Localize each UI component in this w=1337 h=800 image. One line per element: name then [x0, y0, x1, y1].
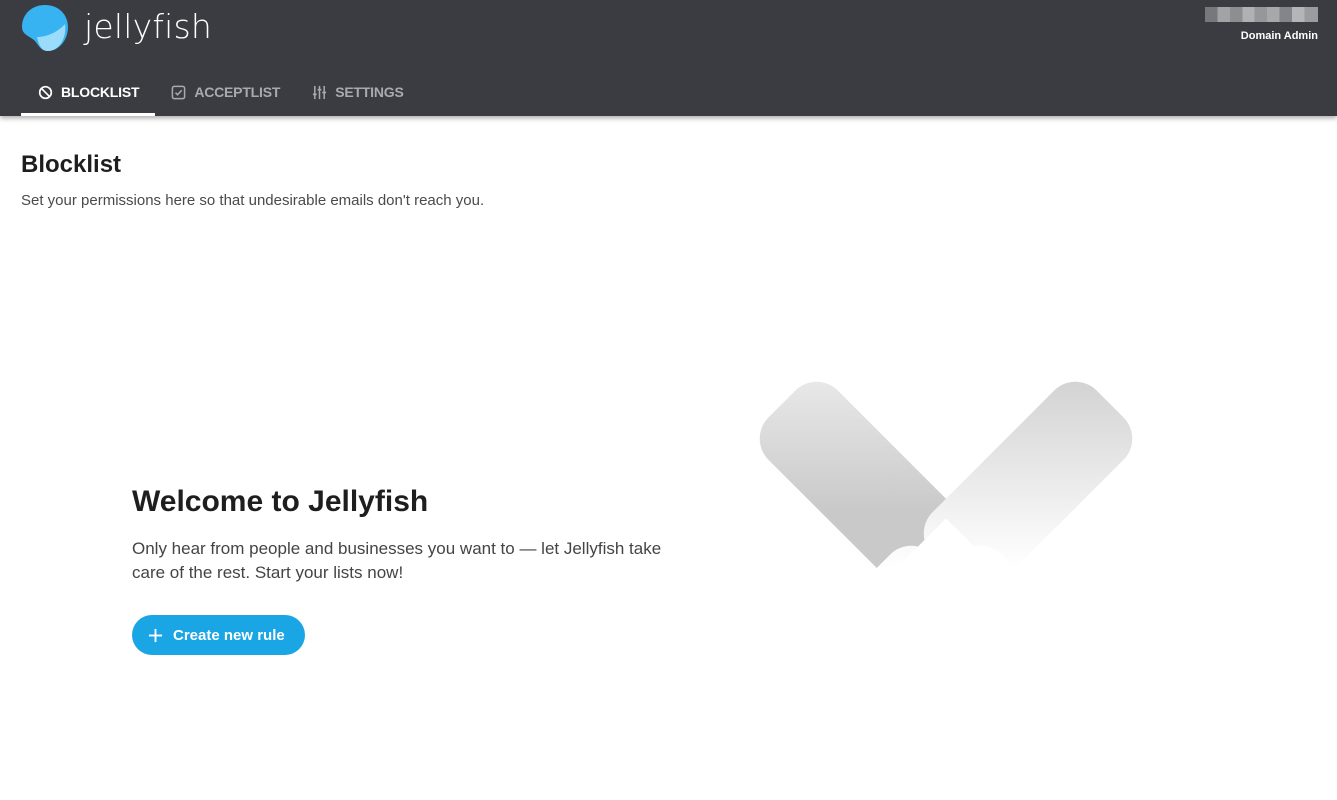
- page-title: Blocklist: [21, 151, 122, 178]
- tab-label: ACCEPTLIST: [194, 84, 281, 100]
- jellyfish-logo-icon: [22, 5, 68, 51]
- plus-icon: [148, 628, 163, 642]
- checkbox-icon: [171, 85, 186, 99]
- nav-tabs: BLOCKLIST ACCEPTLIST SETTINGS: [21, 68, 420, 116]
- page-subtitle: Set your permissions here so that undesi…: [21, 192, 485, 209]
- welcome-panel: Welcome to Jellyfish Only hear from peop…: [132, 484, 672, 655]
- user-name-redacted: [1205, 7, 1318, 22]
- tab-label: BLOCKLIST: [61, 84, 140, 100]
- create-new-rule-label: Create new rule: [173, 626, 285, 644]
- user-menu[interactable]: Domain Admin: [1198, 7, 1318, 42]
- user-role: Domain Admin: [1240, 30, 1318, 42]
- tab-label: SETTINGS: [335, 84, 404, 100]
- tab-blocklist[interactable]: BLOCKLIST: [21, 68, 156, 116]
- top-bar: jellyfish Domain Admin BLOCKLIST ACCEPTL…: [0, 0, 1337, 116]
- welcome-title: Welcome to Jellyfish: [132, 485, 429, 518]
- welcome-text: Only hear from people and businesses you…: [132, 539, 662, 582]
- create-new-rule-button[interactable]: Create new rule: [132, 615, 305, 655]
- blocklist-x-illustration: [759, 381, 1133, 755]
- tab-acceptlist[interactable]: ACCEPTLIST: [155, 68, 296, 116]
- block-icon: [38, 85, 53, 99]
- tab-settings[interactable]: SETTINGS: [296, 68, 419, 116]
- sliders-icon: [313, 85, 327, 99]
- app-logo[interactable]: jellyfish: [20, 3, 212, 53]
- app-name: jellyfish: [84, 7, 213, 46]
